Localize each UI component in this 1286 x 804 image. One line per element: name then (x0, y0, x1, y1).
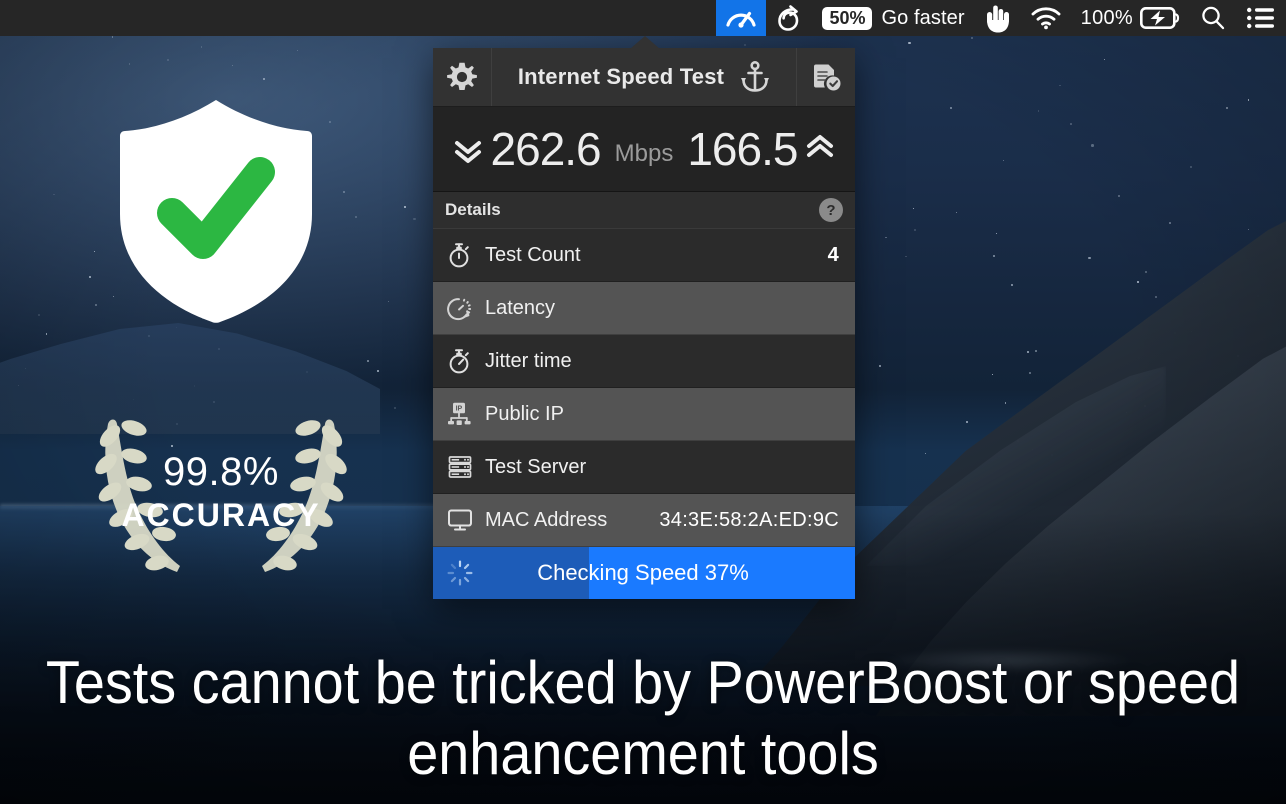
go-faster-badge: 50% (822, 6, 873, 30)
wifi-icon (1031, 7, 1061, 30)
popover-notch (630, 36, 660, 49)
details-section-header: Details ? (433, 192, 855, 229)
detail-label: MAC Address (485, 508, 608, 531)
menubar-control-center-button[interactable] (1236, 0, 1286, 36)
detail-row-test-server[interactable]: Test Server (433, 441, 855, 494)
menubar-clip-button[interactable] (766, 0, 812, 36)
ip-node-icon: IP (447, 401, 485, 427)
popover-title: Internet Speed Test (517, 64, 725, 89)
settings-button[interactable] (433, 48, 492, 106)
jitter-stopwatch-icon (447, 348, 485, 374)
speed-unit-label: Mbps (614, 140, 674, 167)
anchor-icon[interactable] (740, 61, 770, 93)
help-button[interactable]: ? (819, 198, 843, 222)
detail-row-public-ip[interactable]: IP Public IP (433, 388, 855, 441)
detail-row-jitter-time[interactable]: Jitter time (433, 335, 855, 388)
rock-hand-icon (986, 5, 1009, 33)
menubar-hand-button[interactable] (975, 0, 1021, 36)
accuracy-label: ACCURACY (121, 496, 321, 533)
battery-percent-label: 100% (1080, 6, 1133, 29)
caption-line-2: enhancement tools (407, 719, 879, 787)
download-speed-value: 262.6 (490, 123, 602, 175)
upload-speed-value: 166.5 (687, 123, 798, 175)
latency-gauge-icon (447, 295, 485, 321)
promo-caption: Tests cannot be tricked by PowerBoost or… (45, 648, 1241, 790)
link-loop-icon (778, 5, 799, 31)
speed-readout: 262.6 Mbps 166.5 (433, 107, 855, 192)
report-button[interactable] (796, 48, 855, 106)
menubar-wifi-button[interactable] (1021, 0, 1071, 36)
list-icon (1247, 7, 1274, 29)
caption-line-1: Tests cannot be tricked by PowerBoost or… (45, 649, 1241, 716)
detail-label: Jitter time (485, 349, 572, 372)
menubar-spotlight-button[interactable] (1190, 0, 1236, 36)
detail-row-test-count[interactable]: Test Count 4 (433, 229, 855, 282)
speedometer-icon (726, 11, 757, 28)
detail-row-latency[interactable]: Latency (433, 282, 855, 335)
speed-test-popover: Internet Speed Test 262.6 Mbps 166.5 Det… (433, 48, 855, 599)
chevron-double-down-icon (454, 141, 481, 163)
battery-charging-icon (1140, 7, 1180, 29)
popover-title-area: Internet Speed Test (492, 61, 796, 93)
detail-label: Latency (485, 296, 556, 319)
details-title: Details (445, 200, 501, 219)
report-check-icon (814, 64, 841, 91)
menubar-battery-item[interactable]: 100% (1071, 0, 1190, 36)
shield-check-icon (117, 96, 315, 326)
accuracy-percent: 99.8% (163, 449, 279, 494)
detail-label: Test Server (485, 455, 587, 478)
chevron-double-up-icon (807, 135, 834, 157)
progress-label: Checking Speed 37% (537, 560, 749, 585)
menu-bar: 50% Go faster 100% (0, 0, 1286, 36)
menubar-go-faster-item[interactable]: 50% Go faster (812, 0, 974, 36)
stopwatch-icon (447, 242, 485, 268)
detail-label: Public IP (485, 402, 564, 425)
search-icon (1202, 6, 1225, 30)
svg-text:IP: IP (456, 405, 463, 412)
popover-header: Internet Speed Test (433, 48, 855, 107)
menubar-speedtest-button[interactable] (716, 0, 767, 36)
server-rack-icon (447, 454, 485, 480)
gear-icon (447, 62, 477, 90)
go-faster-label: Go faster (881, 6, 965, 29)
detail-value: 34:3E:58:2A:ED:9C (659, 508, 839, 531)
detail-value: 4 (827, 243, 839, 266)
detail-row-mac-address[interactable]: MAC Address 34:3E:58:2A:ED:9C (433, 494, 855, 547)
monitor-icon (447, 508, 485, 532)
checking-speed-progress[interactable]: Checking Speed 37% (433, 547, 855, 599)
detail-label: Test Count (485, 243, 581, 266)
accuracy-badge: 99.8% ACCURACY (46, 406, 396, 576)
